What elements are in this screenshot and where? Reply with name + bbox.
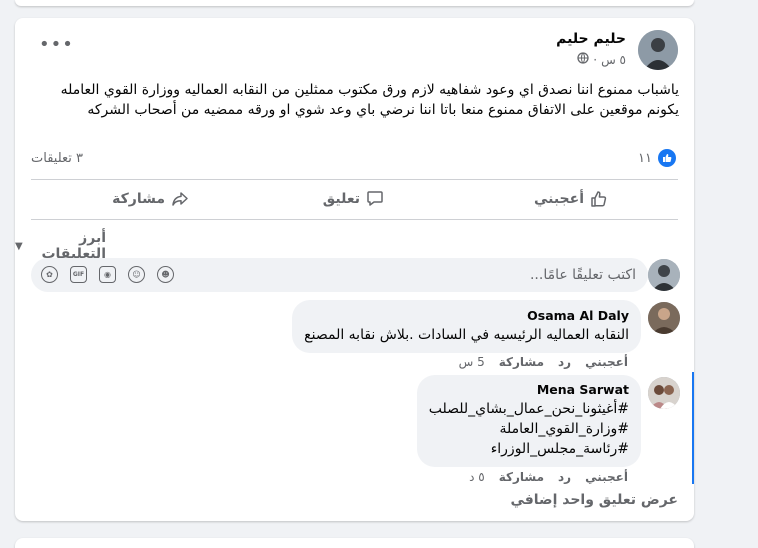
commenter-avatar[interactable] [648,302,680,334]
comment-like-button[interactable]: أعجبني [585,355,628,369]
active-thread-indicator [692,372,694,484]
post-text: ياشباب ممنوع اننا نصدق اي وعود شفاهيه لا… [60,82,679,118]
divider [31,219,678,220]
comment-button[interactable]: تعليق [323,190,384,208]
divider [31,179,678,180]
author-avatar[interactable] [638,30,678,70]
composer-tools: ✿ GIF ◉ ☺ ☻ [41,266,174,283]
comment-actions: أعجبني رد مشاركة ٥ د [469,470,628,484]
comment-actions: أعجبني رد مشاركة 5 س [459,355,628,369]
caret-down-icon: ▼ [15,240,23,252]
like-label: أعجبني [533,191,584,207]
author-name[interactable]: حليم حليم [556,31,626,47]
emoji-icon[interactable]: ☺ [128,266,145,283]
hashtag-line[interactable]: #أغيثونا_نحن_عمال_بشاي_للصلب [429,399,629,419]
comment-share-button[interactable]: مشاركة [499,470,544,484]
like-reaction-icon [658,149,676,167]
comment-time[interactable]: 5 س [459,355,485,369]
avatar-sticker-icon[interactable]: ☻ [157,266,174,283]
commenter-name[interactable]: Osama Al Daly [304,308,629,323]
globe-icon [577,52,589,67]
comment-bubble: Osama Al Daly النقابه العماليه الرئيسيه … [292,300,641,353]
comment-icon [367,191,383,206]
commenter-avatar[interactable] [648,377,680,409]
share-label: مشاركة [112,191,165,207]
comment-composer[interactable]: اكتب تعليقًا عامًا... ✿ GIF ◉ ☺ ☻ [31,258,648,292]
comment-reply-button[interactable]: رد [558,355,571,369]
gif-icon[interactable]: GIF [70,266,87,283]
post-card: حليم حليم ٥ س · ••• ياشباب ممنوع اننا نص… [15,18,694,521]
comment-reply-button[interactable]: رد [558,470,571,484]
commenter-name[interactable]: Mena Sarwat [429,382,629,397]
thumbs-up-icon [591,191,607,207]
comments-count[interactable]: ٣ تعليقات [31,151,83,166]
camera-icon[interactable]: ◉ [99,266,116,283]
post-time[interactable]: ٥ س [601,53,626,67]
comment-input[interactable]: اكتب تعليقًا عامًا... [530,267,636,283]
reactions-count: ١١ [638,150,652,166]
like-button[interactable]: أعجبني [534,190,608,208]
hashtag-line[interactable]: #رئاسة_مجلس_الوزراء [429,439,629,459]
previous-post-card-edge [15,0,694,6]
comment-bubble: Mena Sarwat #أغيثونا_نحن_عمال_بشاي_للصلب… [416,375,641,467]
next-post-card-edge [15,538,694,548]
more-options-icon[interactable]: ••• [39,34,74,55]
hashtag-line[interactable]: #وزارة_القوي_العاملة [429,419,629,439]
share-button[interactable]: مشاركة [112,190,189,208]
comment-like-button[interactable]: أعجبني [585,470,628,484]
post-meta: ٥ س · [577,52,626,67]
comment-text: النقابه العماليه الرئيسيه في السادات .بل… [304,327,629,343]
comment-time[interactable]: ٥ د [469,470,485,484]
share-icon [172,192,188,206]
current-user-avatar[interactable] [648,259,680,291]
sticker-icon[interactable]: ✿ [41,266,58,283]
comment-share-button[interactable]: مشاركة [499,355,544,369]
reactions-summary[interactable]: ١١ [638,149,676,167]
view-more-comments-link[interactable]: عرض تعليق واحد إضافي [510,492,678,508]
comment-label: تعليق [322,191,360,207]
